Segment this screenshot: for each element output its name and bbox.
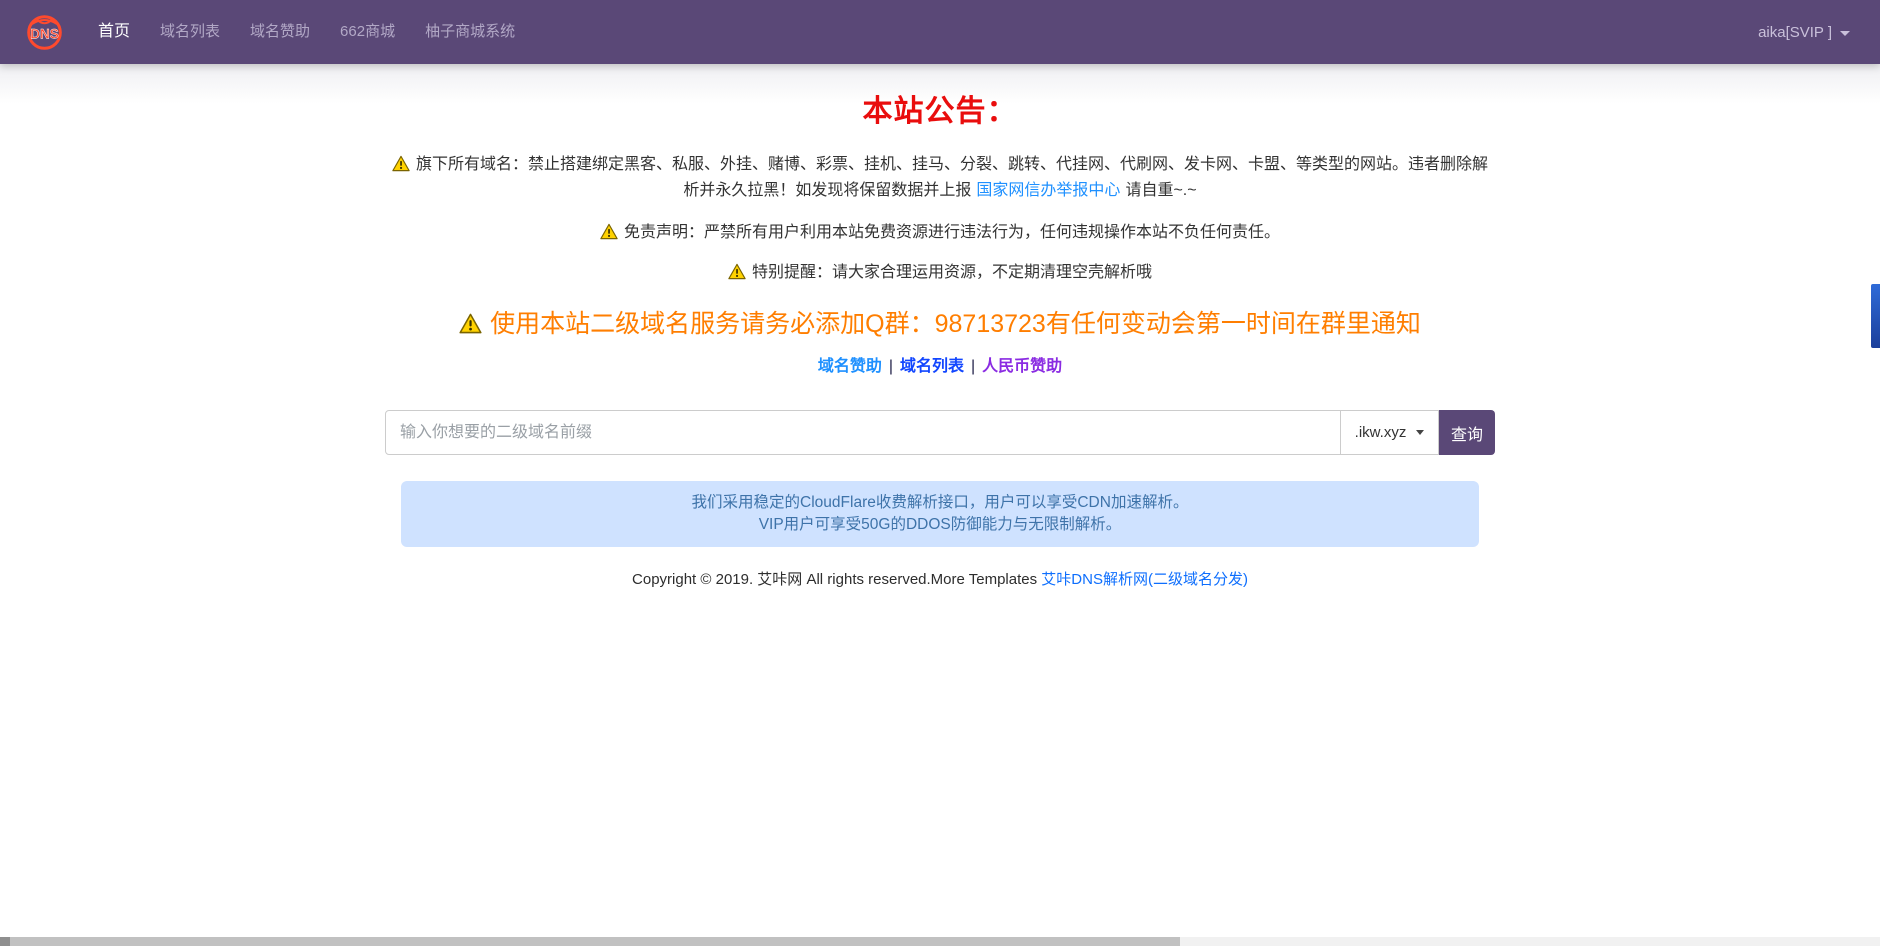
nav-item-662-shop[interactable]: 662商城 [325,0,410,64]
warning-domains-tail: 请自重~.~ [1125,182,1196,199]
query-button[interactable]: 查询 [1439,410,1495,455]
warning-line-disclaimer: 免责声明：严禁所有用户利用本站免费资源进行违法行为，任何违规操作本站不负任何责任… [385,220,1495,246]
warning-domains-text: 旗下所有域名：禁止搭建绑定黑客、私服、外挂、赌博、彩票、挂机、挂马、分裂、跳转、… [416,156,1488,199]
links-separator: | [889,358,893,375]
site-announcement-title: 本站公告： [385,94,1495,130]
nav-item-home[interactable]: 首页 [83,0,145,64]
warning-icon [600,223,618,240]
horizontal-scrollbar-thumb[interactable] [10,937,1180,946]
warning-reminder-text: 特别提醒：请大家合理运用资源，不定期清理空壳解析哦 [752,264,1152,281]
scrollbar-corner [0,937,10,946]
warning-icon [728,263,746,280]
horizontal-scrollbar[interactable] [0,937,1880,946]
footer-site-link[interactable]: 艾咔DNS解析网(二级域名分发) [1041,571,1248,588]
dns-globe-icon: DNS [26,14,63,51]
warning-line-domains: 旗下所有域名：禁止搭建绑定黑客、私服、外挂、赌博、彩票、挂机、挂马、分裂、跳转、… [385,152,1495,204]
nav-item-domain-sponsor[interactable]: 域名赞助 [235,0,325,64]
link-domain-sponsor[interactable]: 域名赞助 [818,358,882,375]
nav-item-domain-list[interactable]: 域名列表 [145,0,235,64]
domain-prefix-input[interactable] [385,410,1341,455]
nav-menu: 首页 域名列表 域名赞助 662商城 柚子商城系统 [83,0,530,64]
nav-item-youzi-shop[interactable]: 柚子商城系统 [410,0,530,64]
warning-icon [392,155,410,172]
svg-text:DNS: DNS [30,26,59,41]
domain-search-bar: .ikw.xyz 查询 [385,410,1495,455]
side-widget-tab[interactable] [1871,284,1880,348]
footer: Copyright © 2019. 艾咔网 All rights reserve… [385,571,1495,589]
qq-group-notice: 使用本站二级域名服务请务必添加Q群：98713723有任何变动会第一时间在群里通… [385,308,1495,340]
links-separator: | [971,358,975,375]
selected-suffix-label: .ikw.xyz [1355,424,1407,441]
qq-group-text: 使用本站二级域名服务请务必添加Q群：98713723有任何变动会第一时间在群里通… [490,310,1421,338]
warning-disclaimer-text: 免责声明：严禁所有用户利用本站免费资源进行违法行为，任何违规操作本站不负任何责任… [624,224,1280,241]
domain-suffix-select[interactable]: .ikw.xyz [1341,410,1439,455]
warning-icon [459,313,482,334]
link-domain-list[interactable]: 域名列表 [900,358,964,375]
navbar: DNS 首页 域名列表 域名赞助 662商城 柚子商城系统 aika[SVIP … [0,0,1880,64]
chevron-down-icon [1840,31,1850,36]
quick-links-row: 域名赞助 | 域名列表 | 人民币赞助 [385,356,1495,378]
report-center-link[interactable]: 国家网信办举报中心 [976,182,1120,199]
info-line-1: 我们采用稳定的CloudFlare收费解析接口，用户可以享受CDN加速解析。 [411,492,1469,514]
main-content: 本站公告： 旗下所有域名：禁止搭建绑定黑客、私服、外挂、赌博、彩票、挂机、挂马、… [370,94,1510,589]
chevron-down-icon [1416,430,1424,435]
user-dropdown[interactable]: aika[SVIP ] [1754,24,1854,41]
copyright-text: Copyright © 2019. 艾咔网 All rights reserve… [632,571,1041,588]
warning-line-reminder: 特别提醒：请大家合理运用资源，不定期清理空壳解析哦 [385,260,1495,286]
brand-logo[interactable]: DNS [26,14,63,51]
username-label: aika[SVIP ] [1758,24,1832,41]
info-line-2: VIP用户可享受50G的DDOS防御能力与无限制解析。 [411,514,1469,536]
link-rmb-sponsor[interactable]: 人民币赞助 [982,358,1062,375]
cloudflare-info-box: 我们采用稳定的CloudFlare收费解析接口，用户可以享受CDN加速解析。 V… [401,481,1479,547]
